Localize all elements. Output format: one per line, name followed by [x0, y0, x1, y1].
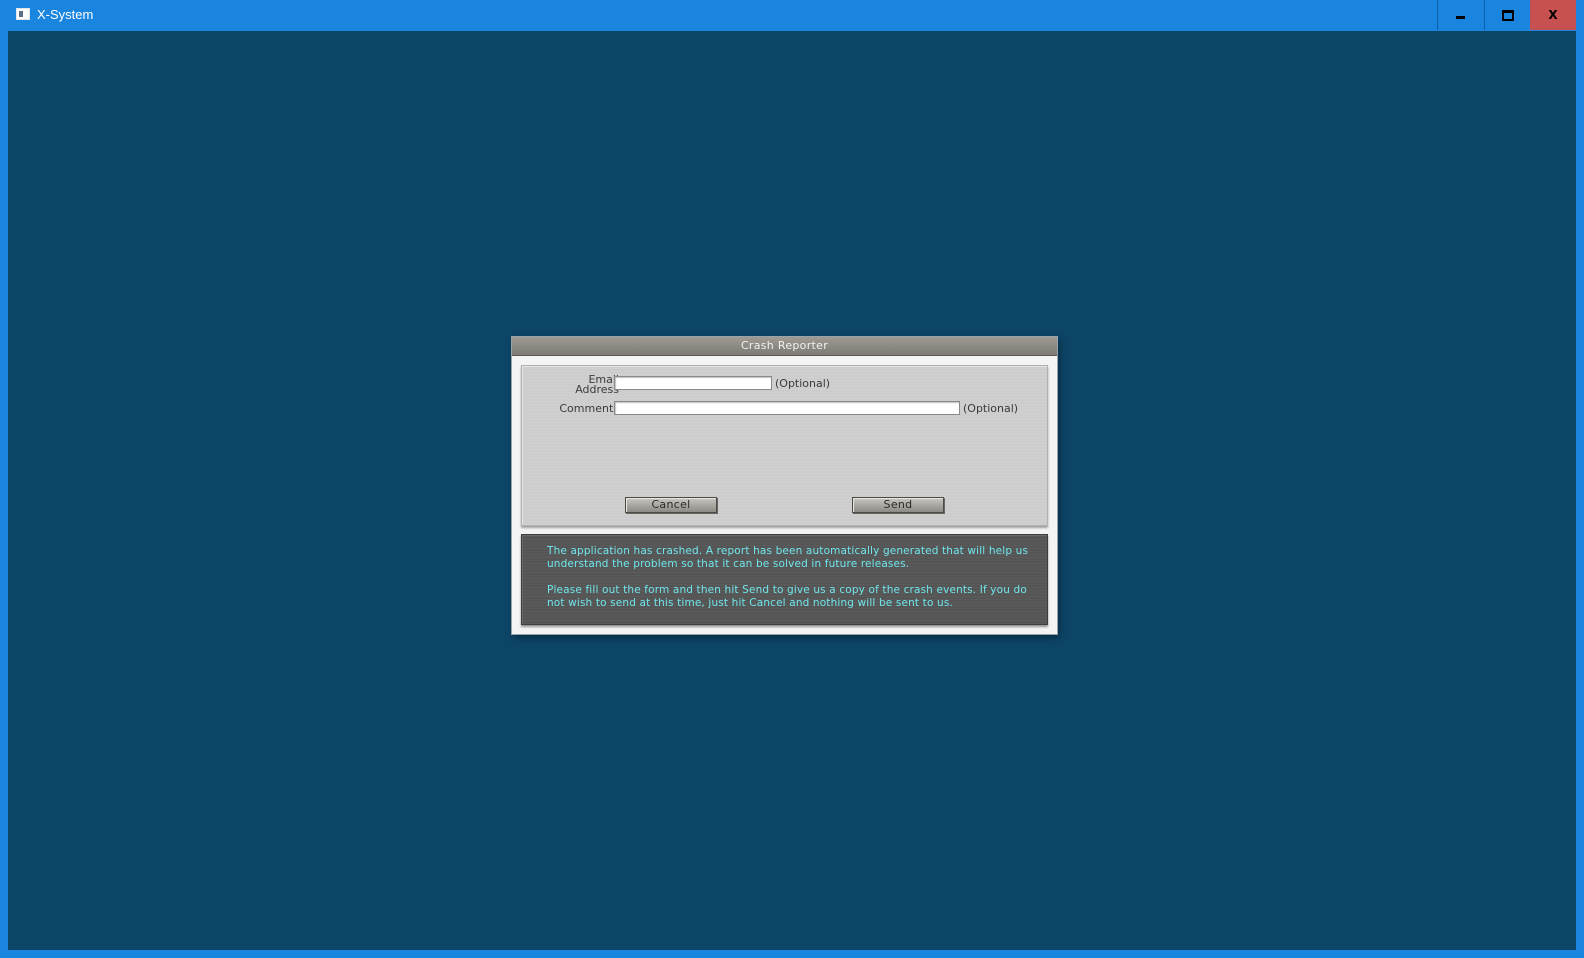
title-bar[interactable]: X-System X: [0, 0, 1584, 31]
window-title: X-System: [37, 7, 94, 22]
email-field[interactable]: [614, 376, 772, 390]
maximize-icon: [1501, 9, 1514, 21]
form-panel: Email Address (Optional) Comments (Optio…: [521, 365, 1048, 526]
dialog-title: Crash Reporter: [512, 337, 1057, 356]
cancel-button[interactable]: Cancel: [625, 497, 717, 513]
comments-label: Comments: [559, 402, 619, 415]
minimize-button[interactable]: [1437, 0, 1483, 30]
email-label-line2: Address: [575, 383, 619, 396]
email-optional-hint: (Optional): [775, 377, 831, 390]
send-button[interactable]: Send: [852, 497, 944, 513]
close-icon: X: [1548, 8, 1558, 22]
minimize-icon: [1456, 15, 1465, 19]
comments-field[interactable]: [614, 401, 960, 415]
maximize-button[interactable]: [1484, 0, 1530, 30]
info-paragraph-crash: The application has crashed. A report ha…: [547, 545, 1029, 570]
close-button[interactable]: X: [1530, 0, 1576, 30]
comments-optional-hint: (Optional): [963, 402, 1019, 415]
crash-reporter-dialog: Crash Reporter Email Address (Optional) …: [512, 337, 1057, 634]
email-label: Email Address: [557, 374, 619, 396]
info-text: The application has crashed. A report ha…: [547, 545, 1037, 610]
info-paragraph-instructions: Please fill out the form and then hit Se…: [547, 584, 1027, 609]
info-panel: The application has crashed. A report ha…: [521, 534, 1048, 625]
app-icon[interactable]: [16, 8, 30, 20]
app-window: X-System X Crash Reporter Email Address …: [0, 0, 1584, 958]
